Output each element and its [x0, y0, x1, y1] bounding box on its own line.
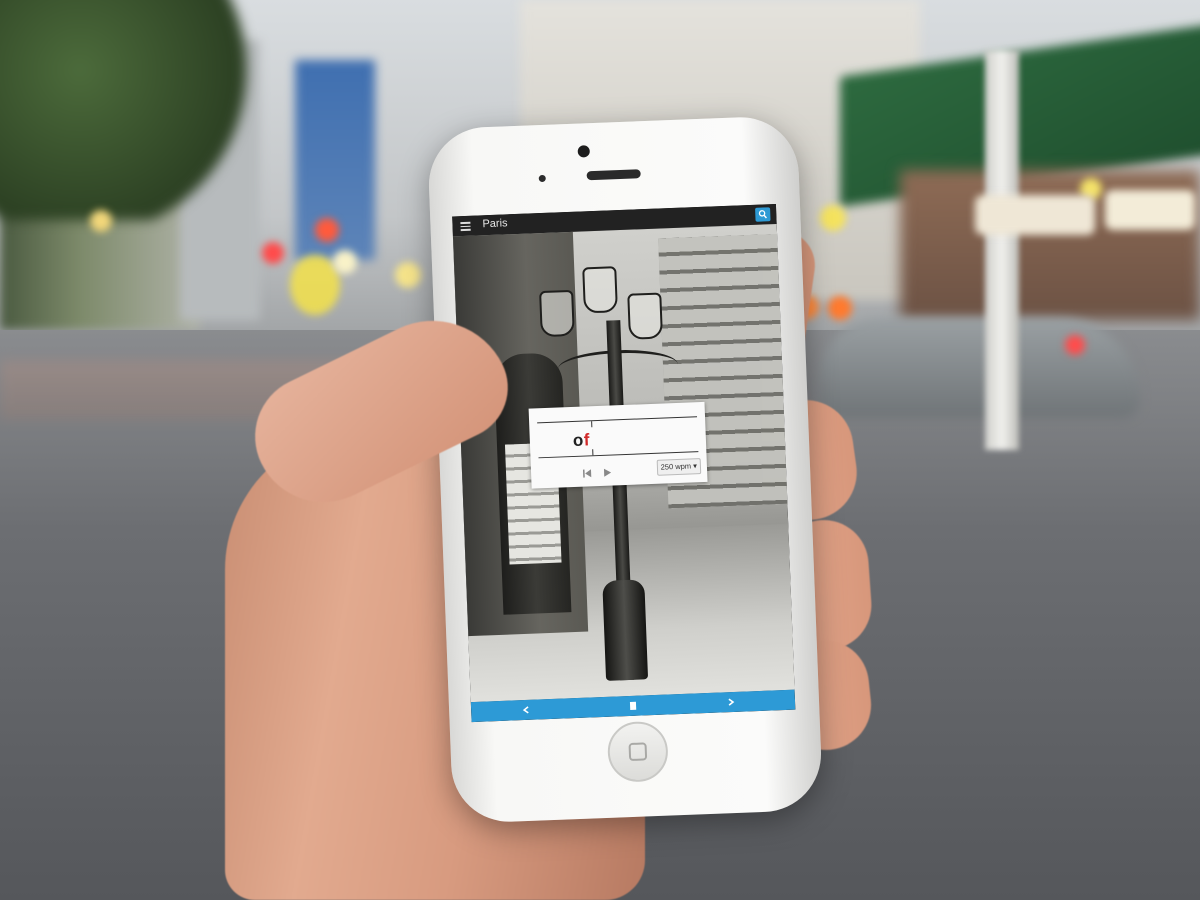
speed-select[interactable]: 250 wpm ▾: [656, 458, 702, 476]
word-prefix: o: [572, 430, 585, 450]
lamp-base: [602, 579, 649, 681]
search-button[interactable]: [755, 207, 771, 222]
bookmark-icon: [629, 701, 637, 710]
play-icon: [603, 468, 612, 477]
tree: [0, 0, 260, 220]
bokeh-light: [820, 205, 846, 231]
play-button[interactable]: [601, 465, 613, 477]
speed-reader-panel: of 250 wpm ▾: [528, 401, 708, 489]
reader-bottom-rule: [538, 451, 699, 459]
search-icon: [758, 210, 767, 219]
bokeh-light: [395, 262, 421, 288]
car: [820, 318, 1140, 418]
app-title: Paris: [482, 217, 508, 231]
proximity-sensor: [538, 174, 546, 183]
bokeh-light: [1105, 190, 1195, 230]
bookmark-button[interactable]: [613, 695, 654, 717]
phone-screen: Paris of 250 wpm ▾: [452, 204, 796, 723]
rewind-button[interactable]: [581, 466, 593, 478]
bokeh-light: [1065, 335, 1085, 355]
chevron-right-icon: [728, 698, 735, 706]
bokeh-light: [333, 250, 357, 274]
earpiece-speaker: [586, 169, 641, 181]
lamp-lantern: [539, 289, 575, 338]
current-word: of: [530, 426, 707, 453]
home-button[interactable]: [606, 720, 669, 783]
paris-street-photo: of 250 wpm ▾: [452, 223, 795, 703]
smartphone: Paris of 250 wpm ▾: [426, 115, 824, 824]
front-camera: [577, 145, 590, 158]
word-pivot-letter: f: [583, 430, 591, 450]
home-square-icon: [628, 742, 648, 762]
chevron-left-icon: [522, 706, 529, 714]
street-pole: [985, 50, 1019, 450]
reader-top-tick: [591, 421, 593, 428]
skip-back-icon: [582, 469, 592, 478]
lamp-lantern: [627, 292, 663, 340]
previous-page-button[interactable]: [506, 699, 547, 721]
bokeh-light: [828, 296, 852, 320]
reader-top-rule: [537, 416, 698, 424]
hamburger-icon[interactable]: [460, 221, 471, 231]
lamp-lantern: [582, 266, 618, 314]
bokeh-light: [315, 218, 339, 242]
bokeh-light: [975, 195, 1095, 235]
next-page-button[interactable]: [711, 691, 752, 713]
bokeh-light: [262, 242, 284, 264]
bokeh-light: [90, 210, 112, 232]
